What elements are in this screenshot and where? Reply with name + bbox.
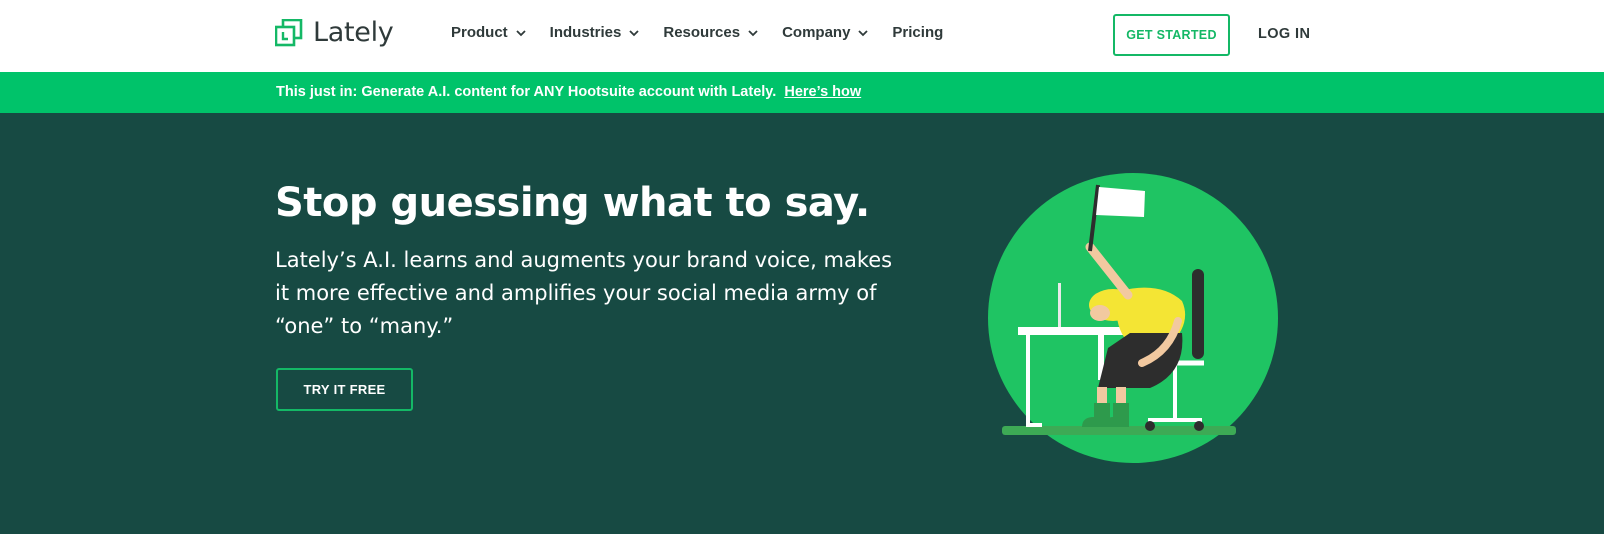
nav-item-resources[interactable]: Resources (663, 24, 758, 41)
main-nav: Product Industries Resources Company Pri… (451, 24, 967, 41)
hero-title: Stop guessing what to say. (275, 180, 870, 226)
nav-item-label: Company (782, 24, 851, 41)
chevron-down-icon (858, 28, 869, 38)
site-header: Lately Product Industries Resources Comp… (0, 0, 1604, 72)
announcement-text: This just in: Generate A.I. content for … (276, 84, 777, 100)
announcement-link[interactable]: Here’s how (784, 84, 861, 100)
nav-item-label: Pricing (892, 24, 944, 41)
illustration-leg (1116, 387, 1126, 405)
hero-section: Stop guessing what to say. Lately’s A.I.… (0, 113, 1604, 534)
try-it-free-button[interactable]: TRY IT FREE (276, 368, 413, 411)
illustration-chair-wheel (1145, 421, 1155, 431)
illustration-face (1090, 305, 1110, 321)
illustration-chair-wheel (1194, 421, 1204, 431)
hero-description: Lately’s A.I. learns and augments your b… (275, 248, 893, 338)
illustration-chair-back (1192, 269, 1204, 359)
logo[interactable]: Lately (274, 17, 394, 48)
logo-icon (274, 18, 303, 47)
hero-illustration (988, 173, 1278, 463)
chevron-down-icon (748, 28, 758, 38)
chevron-down-icon (629, 28, 639, 38)
illustration-desk-top (1018, 327, 1128, 335)
nav-item-industries[interactable]: Industries (550, 24, 640, 41)
announcement-banner: This just in: Generate A.I. content for … (0, 72, 1604, 113)
chevron-down-icon (516, 28, 526, 38)
page-bottom-strip (0, 534, 1604, 542)
logo-wordmark: Lately (313, 17, 394, 48)
nav-item-company[interactable]: Company (782, 24, 869, 41)
nav-item-label: Industries (549, 24, 622, 41)
nav-item-pricing[interactable]: Pricing (892, 24, 943, 41)
illustration-leg (1097, 387, 1107, 405)
announcement-content: This just in: Generate A.I. content for … (276, 84, 861, 100)
login-link[interactable]: LOG IN (1258, 26, 1310, 42)
nav-item-label: Resources (663, 24, 741, 41)
illustration-laptop (1058, 283, 1061, 327)
nav-item-label: Product (451, 24, 508, 41)
illustration-flag (1096, 187, 1145, 217)
nav-item-product[interactable]: Product (451, 24, 526, 41)
get-started-button[interactable]: GET STARTED (1113, 14, 1230, 56)
